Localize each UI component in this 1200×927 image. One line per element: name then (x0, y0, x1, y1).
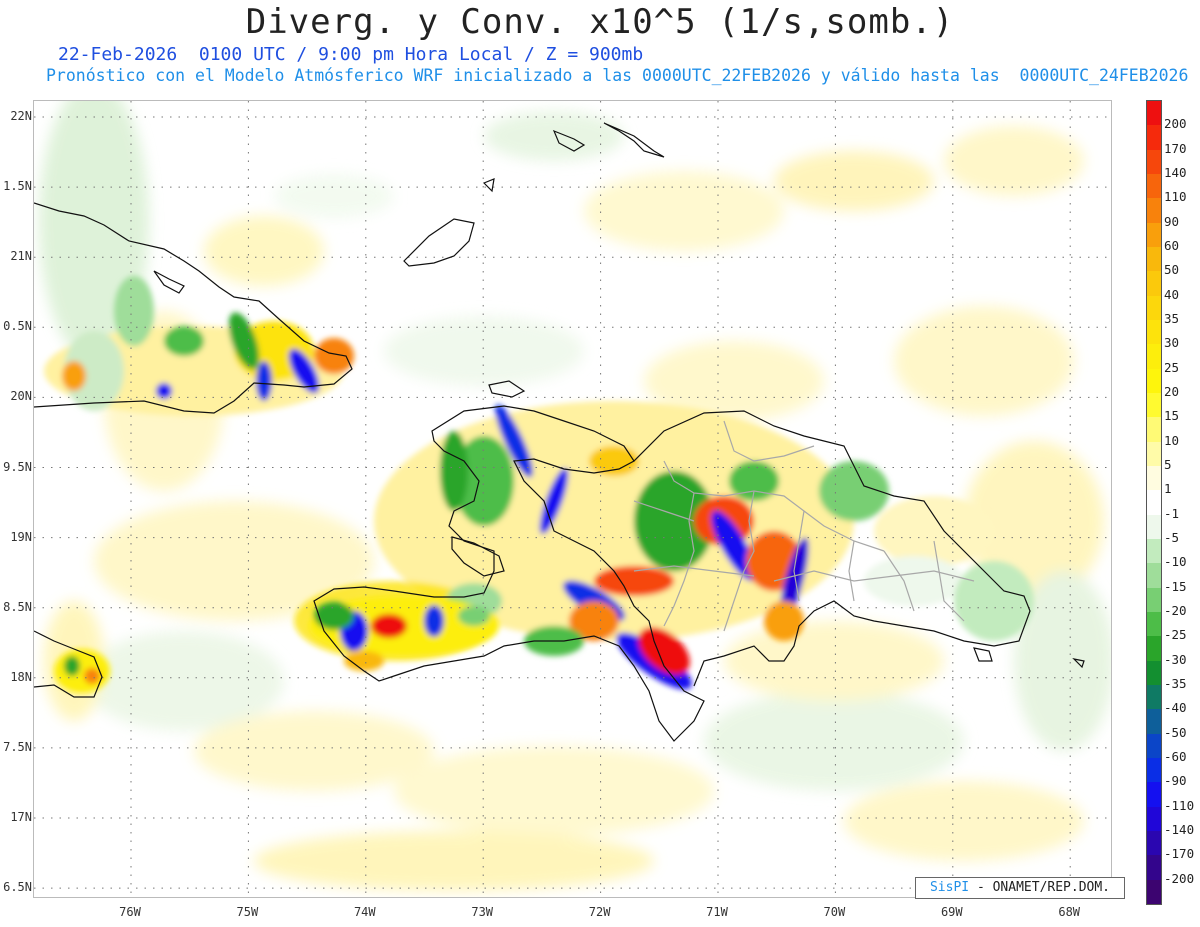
colorbar-label: 90 (1164, 213, 1180, 229)
colorbar-segment (1147, 149, 1161, 174)
colorbar-label: -200 (1164, 870, 1195, 886)
lat-label: 0.5N (3, 319, 32, 334)
divergence-map (33, 100, 1112, 898)
jamaica-field (54, 649, 110, 693)
credit-text: - ONAMET/REP.DOM. (969, 880, 1111, 895)
credit-box: SisPI - ONAMET/REP.DOM. (915, 877, 1125, 899)
colorbar-label: 30 (1164, 335, 1180, 351)
colorbar-segment (1147, 709, 1161, 734)
lon-label: 69W (940, 905, 963, 919)
colorbar (1146, 100, 1162, 905)
colorbar-segment (1147, 271, 1161, 296)
colorbar-label: -10 (1164, 554, 1187, 570)
colorbar-label: 170 (1164, 140, 1187, 156)
colorbar-segment (1147, 417, 1161, 442)
colorbar-segment (1147, 684, 1161, 710)
lon-label: 68W (1058, 905, 1081, 919)
colorbar-label: -25 (1164, 627, 1187, 643)
lat-label: 21N (10, 249, 32, 264)
lat-label: 8.5N (3, 599, 32, 614)
credit-brand: SisPI (929, 880, 970, 895)
colorbar-label: 50 (1164, 262, 1180, 278)
lat-label: 7.5N (3, 739, 32, 754)
colorbar-label: 5 (1164, 457, 1172, 472)
colorbar-segment (1147, 344, 1161, 369)
colorbar-label: 1 (1164, 481, 1172, 497)
colorbar-segment (1147, 222, 1161, 247)
model-info-subtitle: Pronóstico con el Modelo Atmósferico WRF… (46, 66, 1189, 85)
lat-label: 9.5N (3, 459, 32, 474)
colorbar-segment (1147, 757, 1161, 783)
colorbar-segment (1147, 563, 1161, 588)
colorbar-segment (1147, 295, 1161, 320)
lon-label: 70W (823, 905, 846, 919)
colorbar-segment (1147, 830, 1161, 856)
colorbar-label: -35 (1164, 676, 1187, 691)
lon-label: 73W (471, 905, 494, 919)
colorbar-label: -40 (1164, 700, 1187, 716)
lon-label: 71W (706, 905, 728, 919)
colorbar-label: -20 (1164, 603, 1187, 618)
colorbar-label: 20 (1164, 384, 1180, 399)
lon-label: 75W (236, 905, 259, 919)
lat-label: 6.5N (3, 880, 32, 895)
colorbar-segment (1147, 806, 1161, 831)
lon-label: 76W (119, 905, 141, 919)
colorbar-segment (1147, 855, 1161, 880)
colorbar-label: 60 (1164, 238, 1180, 253)
lat-label: 22N (10, 109, 32, 123)
colorbar-label: -50 (1164, 724, 1187, 740)
colorbar-label: -110 (1164, 797, 1195, 813)
colorbar-label: -60 (1164, 749, 1187, 764)
lat-label: 1.5N (3, 179, 32, 194)
lat-label: 18N (10, 669, 32, 684)
colorbar-label: 110 (1164, 189, 1187, 205)
colorbar-segment (1147, 782, 1161, 807)
colorbar-segment (1147, 198, 1161, 223)
colorbar-label: 40 (1164, 286, 1180, 302)
colorbar-segment (1147, 465, 1161, 491)
colorbar-segment (1147, 441, 1161, 466)
colorbar-label: 140 (1164, 165, 1187, 180)
colorbar-label: 10 (1164, 432, 1180, 448)
colorbar-segment (1147, 514, 1161, 539)
forecast-time-subtitle: 22-Feb-2026 0100 UTC / 9:00 pm Hora Loca… (58, 44, 644, 65)
colorbar-segment (1147, 319, 1161, 345)
colorbar-label: -30 (1164, 651, 1187, 667)
lat-label: 20N (10, 389, 32, 404)
colorbar-segment (1147, 538, 1161, 564)
colorbar-segment (1147, 636, 1161, 661)
colorbar-segment (1147, 490, 1161, 515)
lat-label: 19N (10, 529, 32, 544)
colorbar-label: -90 (1164, 773, 1187, 789)
lat-label: 17N (10, 810, 32, 824)
colorbar-segment (1147, 392, 1161, 418)
colorbar-segment (1147, 660, 1161, 685)
colorbar-segment (1147, 733, 1161, 758)
colorbar-label: -170 (1164, 846, 1195, 862)
lon-label: 72W (588, 905, 611, 919)
colorbar-segment (1147, 101, 1161, 126)
lon-label: 74W (353, 905, 376, 919)
colorbar-segment (1147, 879, 1161, 904)
colorbar-label: -15 (1164, 578, 1187, 594)
colorbar-label: 25 (1164, 359, 1180, 375)
colorbar-segment (1147, 246, 1161, 272)
colorbar-segment (1147, 587, 1161, 612)
chart-title: Diverg. y Conv. x10^5 (1/s,somb.) (245, 2, 955, 42)
colorbar-label: -5 (1164, 530, 1180, 545)
colorbar-label: 200 (1164, 116, 1187, 132)
colorbar-label: -140 (1164, 822, 1195, 837)
colorbar-segment (1147, 368, 1161, 393)
colorbar-segment (1147, 173, 1161, 199)
colorbar-segment (1147, 611, 1161, 637)
colorbar-segment (1147, 125, 1161, 150)
colorbar-label: 35 (1164, 311, 1180, 326)
colorbar-label: 15 (1164, 408, 1180, 424)
colorbar-label: -1 (1164, 505, 1180, 521)
